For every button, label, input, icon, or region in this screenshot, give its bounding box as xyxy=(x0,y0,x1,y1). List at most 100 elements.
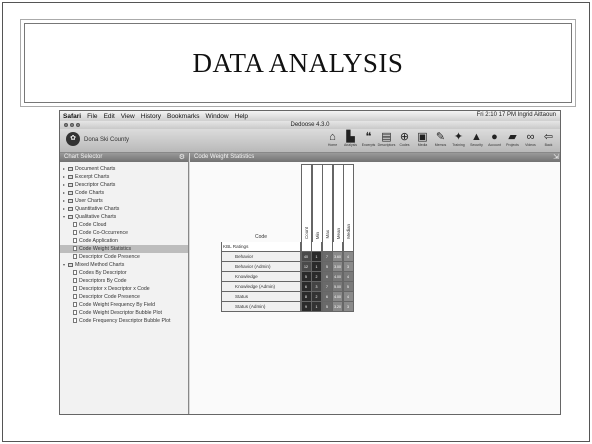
tree-chart-item[interactable]: Code Weight Statistics xyxy=(60,245,188,253)
menu-bookmarks[interactable]: Bookmarks xyxy=(167,113,200,120)
table-row[interactable]: Knowledge (Admin) 6 3 7 5.00 5 xyxy=(221,282,354,292)
tree-folder[interactable]: ▸ User Charts xyxy=(60,197,188,205)
table-cell[interactable]: 3 xyxy=(342,262,354,272)
table-cell[interactable]: 3.60 xyxy=(332,252,343,262)
table-cell[interactable]: 4.00 xyxy=(332,272,343,282)
tree-chart-item[interactable]: Descriptor Code Presence xyxy=(60,253,188,261)
menu-safari[interactable]: Safari xyxy=(63,113,81,120)
table-cell[interactable] xyxy=(332,242,343,252)
tree-folder[interactable]: ▸ Excerpt Charts xyxy=(60,173,188,181)
table-cell[interactable]: 2 xyxy=(311,272,322,282)
tree-folder[interactable]: ▸ Descriptor Charts xyxy=(60,181,188,189)
gear-icon[interactable]: ⚙ xyxy=(179,153,185,162)
toolbar-button-back[interactable]: ⇦ Back xyxy=(541,131,556,147)
table-cell[interactable]: 1 xyxy=(311,262,322,272)
toolbar-button-descriptors[interactable]: ▤ Descriptors xyxy=(378,131,396,147)
column-header-max[interactable]: Max xyxy=(322,164,333,242)
table-cell[interactable]: 7 xyxy=(321,252,333,262)
table-row[interactable]: Status 8 2 6 4.00 4 xyxy=(221,292,354,302)
code-column-header: Code xyxy=(221,164,301,242)
toolbar-button-projects[interactable]: ▰ Projects xyxy=(505,131,520,147)
dedoose-logo-icon[interactable]: ✿ xyxy=(66,132,80,146)
column-header-count[interactable]: Count xyxy=(301,164,312,242)
table-cell[interactable]: 3.20 xyxy=(332,302,343,312)
table-row[interactable]: Behavior 40 1 7 3.60 4 xyxy=(221,252,354,262)
table-cell[interactable]: 6 xyxy=(300,282,312,292)
table-cell[interactable]: 4 xyxy=(342,272,354,282)
table-cell[interactable]: 3 xyxy=(342,302,354,312)
table-cell[interactable]: 5 xyxy=(300,272,312,282)
menu-view[interactable]: View xyxy=(121,113,135,120)
table-cell[interactable]: 5.00 xyxy=(332,282,343,292)
table-cell[interactable]: 40 xyxy=(300,252,312,262)
toolbar-button-security[interactable]: ▲ Security xyxy=(469,131,484,147)
table-cell[interactable]: 6 xyxy=(321,272,333,282)
chart-doc-icon xyxy=(73,286,77,292)
table-cell[interactable]: 4 xyxy=(342,252,354,262)
table-row[interactable]: Behavior (Admin) 12 1 5 3.00 3 xyxy=(221,262,354,272)
tree-folder[interactable]: ▾ Mixed Method Charts xyxy=(60,261,188,269)
table-cell[interactable] xyxy=(342,242,354,252)
table-cell[interactable]: 7 xyxy=(321,282,333,292)
table-cell[interactable]: 3 xyxy=(311,282,322,292)
tree-chart-item[interactable]: Code Frequency Descriptor Bubble Plot xyxy=(60,317,188,325)
table-cell[interactable]: 4 xyxy=(342,292,354,302)
table-cell[interactable]: 4.00 xyxy=(332,292,343,302)
tree-folder[interactable]: ▸ Document Charts xyxy=(60,165,188,173)
tree-chart-item[interactable]: Code Co-Occurrence xyxy=(60,229,188,237)
column-header-median[interactable]: Median xyxy=(343,164,354,242)
menu-edit[interactable]: Edit xyxy=(104,113,115,120)
toolbar-button-excerpts[interactable]: ❝ Excerpts xyxy=(361,131,376,147)
table-cell[interactable]: 5 xyxy=(342,282,354,292)
tree-chart-item[interactable]: Code Weight Frequency By Field xyxy=(60,301,188,309)
table-cell[interactable]: 6 xyxy=(321,292,333,302)
tree-chart-item[interactable]: Code Weight Descriptor Bubble Plot xyxy=(60,309,188,317)
toolbar-button-memos[interactable]: ✎ Memos xyxy=(433,131,448,147)
table-cell[interactable]: 1 xyxy=(311,252,322,262)
toolbar-button-codes[interactable]: ⊕ Codes xyxy=(397,131,412,147)
tree-folder[interactable]: ▸ Quantitative Charts xyxy=(60,205,188,213)
table-row[interactable]: Status (Admin) 9 1 5 3.20 3 xyxy=(221,302,354,312)
table-cell[interactable]: 1 xyxy=(311,302,322,312)
toolbar-button-training[interactable]: ✦ Training xyxy=(451,131,466,147)
toolbar-button-media[interactable]: ▣ Media xyxy=(415,131,430,147)
table-cell[interactable]: 5 xyxy=(321,302,333,312)
tree-chart-item[interactable]: Codes By Descriptor xyxy=(60,269,188,277)
menu-help[interactable]: Help xyxy=(235,113,248,120)
tree-item-label: Descriptors By Code xyxy=(79,278,127,284)
table-cell[interactable]: 5 xyxy=(321,262,333,272)
toolbar-button-videos[interactable]: ∞ Videos xyxy=(523,131,538,147)
table-cell[interactable] xyxy=(300,242,312,252)
menu-history[interactable]: History xyxy=(141,113,161,120)
menu-file[interactable]: File xyxy=(87,113,97,120)
column-header-min[interactable]: Min xyxy=(311,164,323,242)
tree-chart-item[interactable]: Descriptor Code Presence xyxy=(60,293,188,301)
table-cell[interactable]: 12 xyxy=(300,262,312,272)
toolbar-button-analysis[interactable]: ▙ Analysis xyxy=(343,131,358,147)
table-group-row[interactable]: KBL Ratings xyxy=(221,242,354,252)
table-cell[interactable]: 2 xyxy=(311,292,322,302)
account-icon: ● xyxy=(491,131,498,143)
slide-title-box: DATA ANALYSIS xyxy=(20,19,576,107)
tree-chart-item[interactable]: Descriptors By Code xyxy=(60,277,188,285)
table-cell[interactable]: 8 xyxy=(300,292,312,302)
table-cell[interactable]: 9 xyxy=(300,302,312,312)
folder-icon xyxy=(68,262,73,267)
table-cell[interactable] xyxy=(311,242,322,252)
table-cell[interactable]: 3.00 xyxy=(332,262,343,272)
export-icon[interactable]: ⇲ xyxy=(553,153,559,162)
tree-folder[interactable]: ▾ Qualitative Charts xyxy=(60,213,188,221)
column-header-label: Min xyxy=(314,231,320,239)
tree-chart-item[interactable]: Descriptor x Descriptor x Code xyxy=(60,285,188,293)
toolbar-button-account[interactable]: ● Account xyxy=(487,131,502,147)
column-header-mean[interactable]: Mean xyxy=(332,164,344,242)
toolbar-button-home[interactable]: ⌂ Home xyxy=(325,131,340,147)
tree-folder[interactable]: ▸ Code Charts xyxy=(60,189,188,197)
project-name[interactable]: Dona Ski County xyxy=(84,137,129,143)
folder-icon xyxy=(68,214,73,219)
menu-window[interactable]: Window xyxy=(206,113,229,120)
table-row[interactable]: Knowledge 5 2 6 4.00 4 xyxy=(221,272,354,282)
table-cell[interactable] xyxy=(321,242,333,252)
tree-chart-item[interactable]: Code Application xyxy=(60,237,188,245)
tree-chart-item[interactable]: Code Cloud xyxy=(60,221,188,229)
